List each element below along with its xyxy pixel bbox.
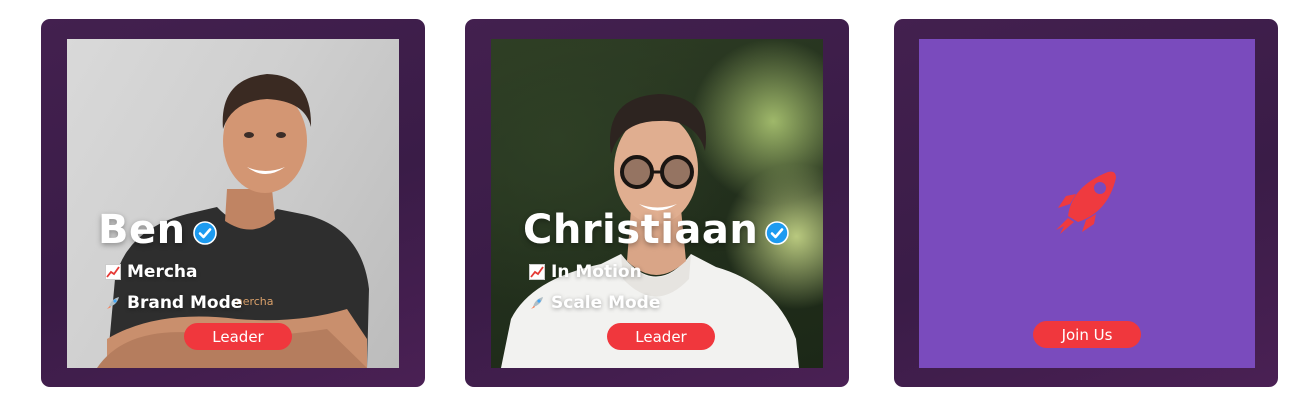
leader-button[interactable]: Leader: [184, 323, 292, 350]
company-line: Mercha: [105, 262, 197, 282]
person-image: mercha: [97, 74, 369, 368]
mode-line: Brand Mode: [105, 293, 242, 313]
team-card-christiaan[interactable]: Christiaan In Motion Scale Mode Leader: [465, 19, 849, 387]
name-text: Christiaan: [523, 207, 759, 253]
join-us-panel: Join Us: [919, 39, 1255, 368]
mode-text: Brand Mode: [127, 293, 243, 313]
person-name: Christiaan: [523, 207, 790, 253]
company-text: Mercha: [127, 262, 198, 282]
person-image: [501, 94, 799, 368]
rocket-icon: [531, 297, 543, 309]
company-line: In Motion: [529, 262, 642, 282]
profile-photo-christiaan: Christiaan In Motion Scale Mode Leader: [491, 39, 823, 368]
verified-badge-icon: [192, 221, 217, 245]
chart-increasing-icon: [105, 264, 121, 280]
rocket-icon: [1056, 171, 1116, 234]
join-us-card[interactable]: Join Us: [894, 19, 1278, 387]
rocket-icon: [107, 297, 119, 309]
name-text: Ben: [98, 207, 186, 253]
join-us-button[interactable]: Join Us: [1033, 321, 1141, 348]
company-text: In Motion: [551, 262, 642, 282]
mode-line: Scale Mode: [529, 293, 660, 313]
mode-text: Scale Mode: [551, 293, 661, 313]
chart-increasing-icon: [529, 264, 545, 280]
team-card-ben[interactable]: mercha Ben Mercha Brand Mode Leader: [41, 19, 425, 387]
profile-photo-ben: mercha Ben Mercha Brand Mode Leader: [67, 39, 399, 368]
leader-button[interactable]: Leader: [607, 323, 715, 350]
person-name: Ben: [98, 207, 217, 253]
verified-badge-icon: [765, 221, 790, 245]
